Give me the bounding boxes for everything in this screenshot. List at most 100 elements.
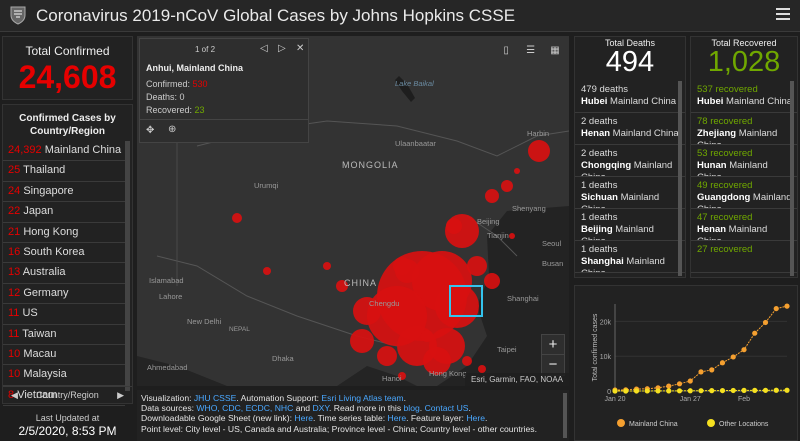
contact-us-link[interactable]: Contact US [425, 403, 469, 413]
deaths-list-item[interactable]: 2 deaths Henan Mainland China [575, 113, 685, 145]
popup-title: Anhui, Mainland China [146, 63, 243, 73]
popup-pager: 1 of 2 [195, 45, 216, 54]
popup-deaths-value: 0 [179, 92, 185, 102]
last-updated-label: Last Updated at [35, 413, 100, 423]
recovered-list-item[interactable]: 53 recoveredHunan Mainland China [691, 145, 797, 177]
country-name: Germany [23, 286, 69, 299]
country-list-item[interactable]: 16 South Korea [3, 243, 125, 264]
deaths-region-name: Shanghai [581, 256, 624, 267]
dxy-link[interactable]: DXY [312, 403, 329, 413]
popup-next-icon[interactable]: ▷ [278, 43, 286, 54]
deaths-scrollbar[interactable] [678, 81, 682, 276]
country-list-item[interactable]: 10 Macau [3, 345, 125, 366]
map-label-harbin: Harbin [527, 129, 549, 138]
prev-list-icon[interactable]: ◀ [11, 387, 18, 403]
data-point-0 [730, 354, 736, 360]
recovered-list-item[interactable]: 47 recoveredHenan Mainland China [691, 209, 797, 241]
country-count: 11 [8, 307, 20, 320]
recovered-count: 537 recovered [697, 84, 758, 95]
recovered-list-item[interactable]: 27 recovered [691, 241, 797, 273]
map-label-seoul: Seoul [542, 239, 562, 248]
basemap-gallery-icon[interactable]: ▦ [547, 45, 563, 59]
country-name: Hong Kong [23, 225, 79, 238]
total-confirmed-value: 24,608 [18, 59, 117, 95]
country-list-item[interactable]: 24 Singapore [3, 182, 125, 203]
country-list-item[interactable]: 12 Germany [3, 284, 125, 305]
bookmark-icon[interactable]: ▯ [498, 45, 514, 59]
jhu-csse-link[interactable]: JHU CSSE [194, 393, 237, 403]
country-list-item[interactable]: 25 Thailand [3, 161, 125, 182]
popup-prev-icon[interactable]: ◁ [260, 43, 268, 54]
recovered-region-country: Mainland China [723, 96, 793, 107]
data-point-1 [741, 387, 747, 393]
total-deaths-panel: Total Deaths 494 479 deaths Hubei Mainlan… [574, 36, 686, 278]
map-label-dhaka: Dhaka [272, 354, 295, 363]
country-list-item[interactable]: 22 Japan [3, 202, 125, 223]
data-point-1 [655, 388, 661, 394]
recovered-region-name: Hunan [697, 160, 727, 171]
recovered-count: 47 recovered [697, 212, 753, 223]
map-label-nepal: NEPAL [229, 326, 250, 333]
legend-label-mainland: Mainland China [629, 421, 678, 428]
data-point-1 [709, 388, 715, 394]
map-label-taipei: Taipei [497, 345, 517, 354]
map-label-lahore: Lahore [159, 292, 182, 301]
recovered-list-item[interactable]: 537 recovered Hubei Mainland China [691, 81, 797, 113]
country-count: 11 [8, 327, 20, 340]
country-list-item[interactable]: 13 Australia [3, 263, 125, 284]
deaths-list-item[interactable]: 479 deaths Hubei Mainland China [575, 81, 685, 113]
feature-layer-link[interactable]: Here [466, 413, 485, 423]
data-point-1 [719, 387, 726, 394]
time-series-link[interactable]: Here [388, 413, 407, 423]
info-scrollbar[interactable] [563, 393, 567, 438]
map-label-hong-kong: Hong Kong [429, 369, 467, 378]
country-name: Thailand [23, 164, 66, 177]
zoom-in-button[interactable]: + [541, 334, 565, 356]
legend-icon[interactable]: ☰ [523, 45, 539, 59]
map-label-islamabad: Islamabad [149, 276, 184, 285]
country-count: 16 [8, 245, 21, 258]
google-sheet-link[interactable]: Here [294, 413, 313, 423]
move-icon[interactable]: ✥ [146, 125, 154, 136]
recovered-list: 537 recovered Hubei Mainland China 78 reco… [691, 81, 797, 273]
deaths-list-item[interactable]: 1 deathsSichuan Mainland China [575, 177, 685, 209]
next-list-icon[interactable]: ▶ [117, 387, 124, 403]
country-list-item[interactable]: 21 Hong Kong [3, 223, 125, 243]
map-label-shenyang: Shenyang [512, 204, 546, 213]
total-confirmed-panel: Total Confirmed 24,608 [2, 36, 133, 100]
country-list-item[interactable]: 10 Malaysia [3, 365, 125, 386]
zoom-to-icon[interactable]: ⊕ [168, 124, 176, 135]
data-sources-link[interactable]: WHO, CDC, ECDC, NHC [196, 403, 293, 413]
deaths-count: 1 deaths [581, 212, 618, 223]
recovered-scrollbar[interactable] [790, 81, 794, 276]
country-count: 25 [8, 164, 21, 177]
menu-icon[interactable] [776, 8, 790, 22]
data-point-1 [762, 387, 769, 393]
country-count: 24 [8, 184, 21, 197]
data-point-0 [666, 383, 672, 389]
country-list-item[interactable]: 11 US [3, 304, 125, 325]
map-label-lake-baikal: Lake Baikal [395, 79, 434, 88]
country-list-item[interactable]: 11 Taiwan [3, 325, 125, 345]
recovered-list-item[interactable]: 49 recoveredGuangdong Mainland China [691, 177, 797, 209]
deaths-list-item[interactable]: 2 deathsChongqing Mainland China [575, 145, 685, 177]
deaths-list-item[interactable]: 1 deathsShanghai Mainland China [575, 241, 685, 273]
recovered-count: 27 recovered [697, 244, 753, 255]
map-view[interactable]: MONGOLIA CHINA Lake Baikal Ulaanbaatar U… [137, 36, 569, 386]
blog-link[interactable]: blog [404, 403, 420, 413]
deaths-region-country: Mainland China [610, 128, 679, 139]
esri-living-atlas-link[interactable]: Esri Living Atlas team [321, 393, 403, 403]
country-list-item[interactable]: 24,392 Mainland China [3, 141, 125, 162]
country-list-scrollbar[interactable] [125, 141, 130, 391]
popup-close-icon[interactable]: ✕ [296, 43, 304, 54]
recovered-list-item[interactable]: 78 recoveredZhejiang Mainland China [691, 113, 797, 145]
x-tick-label: Jan 27 [680, 396, 701, 403]
country-name: South Korea [23, 245, 85, 258]
deaths-count: 2 deaths [581, 148, 618, 159]
deaths-list-item[interactable]: 1 deathsBeijing Mainland China [575, 209, 685, 241]
popup-recovered-line: Recovered: 23 [146, 105, 205, 115]
map-label-shanghai: Shanghai [507, 294, 539, 303]
map-label-mongolia: MONGOLIA [342, 160, 399, 170]
recovered-count: 78 recovered [697, 116, 753, 127]
map-label-new-delhi: New Delhi [187, 317, 222, 326]
